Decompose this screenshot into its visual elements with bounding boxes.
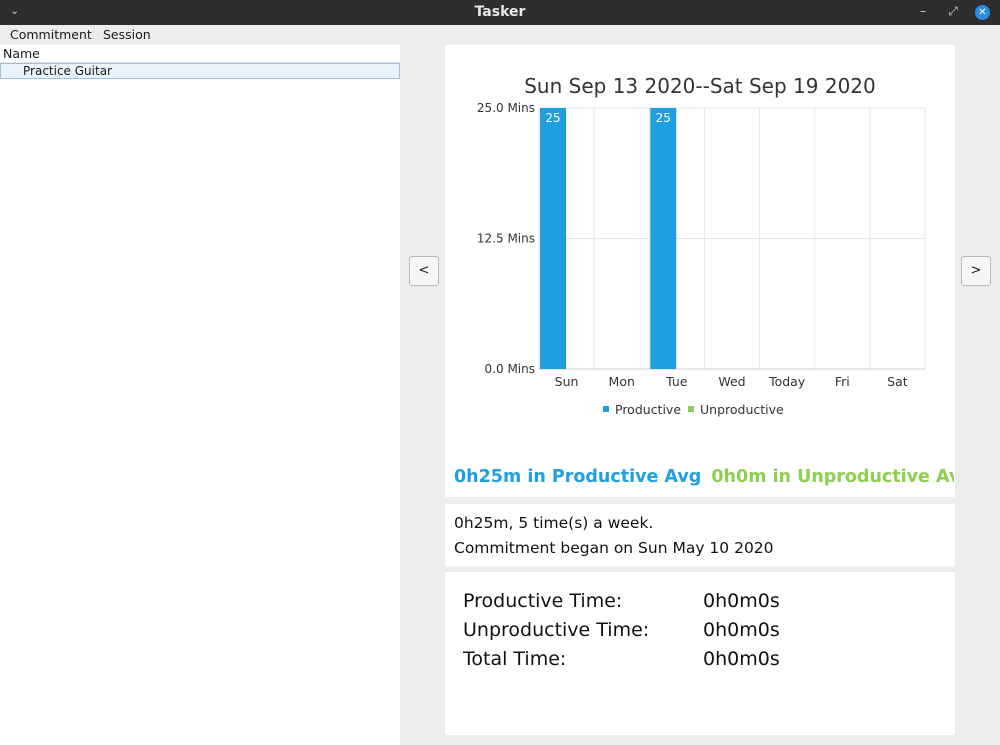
- productive-time-value: 0h0m0s: [703, 590, 780, 612]
- y-tick-label: 0.0 Mins: [485, 362, 535, 376]
- commitment-start-date: Commitment began on Sun May 10 2020: [454, 539, 774, 557]
- x-tick-label: Mon: [609, 374, 635, 389]
- unproductive-time-label: Unproductive Time:: [463, 619, 650, 641]
- y-tick-label: 12.5 Mins: [477, 232, 535, 246]
- x-tick-label: Sat: [887, 374, 908, 389]
- list-item[interactable]: Practice Guitar: [0, 63, 400, 79]
- legend-swatch-unproductive: [688, 406, 694, 412]
- y-tick-label: 25.0 Mins: [477, 101, 535, 115]
- legend-productive: Productive: [603, 402, 681, 417]
- unproductive-time-value: 0h0m0s: [703, 619, 780, 641]
- bar-productive-tue: [650, 108, 677, 369]
- window-title: Tasker: [474, 4, 526, 20]
- productive-time-label: Productive Time:: [463, 590, 623, 612]
- x-tick-label: Sun: [555, 374, 579, 389]
- detail-pane: < > Sun Sep 13 2020--Sat Sep 19 2020 0.0…: [400, 45, 1000, 745]
- minimize-icon[interactable]: –: [915, 4, 931, 18]
- stats-card: Productive Time: 0h0m0s Unproductive Tim…: [445, 572, 955, 735]
- maximize-icon[interactable]: ⤢: [945, 4, 961, 19]
- menu-bar: Commitment Session: [0, 25, 1000, 45]
- data-label: 25: [656, 111, 671, 125]
- productive-average: 0h25m in Productive Avg: [454, 467, 702, 487]
- bar-productive-sun: [540, 108, 566, 369]
- weekly-bar-chart: 0.0 Mins 12.5 Mins 25.0 Mins 25 Sun Mon 25 Tue W…: [477, 101, 926, 389]
- x-tick-label: Fri: [835, 374, 850, 389]
- x-tick-label: Today: [768, 374, 806, 389]
- data-label: 25: [545, 111, 560, 125]
- total-time-value: 0h0m0s: [703, 648, 780, 670]
- legend-swatch-productive: [603, 406, 609, 412]
- close-icon[interactable]: ✕: [975, 5, 990, 20]
- column-header-name[interactable]: Name: [0, 45, 400, 63]
- x-tick-label: Wed: [718, 374, 745, 389]
- menu-commitment[interactable]: Commitment: [10, 27, 92, 42]
- unproductive-average: 0h0m in Unproductive Avg: [711, 467, 954, 487]
- total-time-label: Total Time:: [463, 648, 567, 670]
- average-summary: 0h25m in Productive Avg 0h0m in Unproduc…: [454, 467, 954, 487]
- chart-card: Sun Sep 13 2020--Sat Sep 19 2020 0.0 Min…: [445, 45, 955, 497]
- menu-session[interactable]: Session: [103, 27, 151, 42]
- legend-label-unproductive: Unproductive: [700, 402, 784, 417]
- commitment-list: Name Practice Guitar: [0, 45, 400, 745]
- prev-week-button[interactable]: <: [409, 256, 439, 286]
- legend-unproductive: Unproductive: [688, 402, 784, 417]
- title-bar: ⌄ Tasker – ⤢ ✕: [0, 0, 1000, 25]
- next-week-button[interactable]: >: [961, 256, 991, 286]
- commitment-goal: 0h25m, 5 time(s) a week.: [454, 514, 654, 532]
- commitment-info-card: 0h25m, 5 time(s) a week. Commitment bega…: [445, 504, 955, 566]
- x-tick-label: Tue: [665, 374, 688, 389]
- legend-label-productive: Productive: [615, 402, 682, 417]
